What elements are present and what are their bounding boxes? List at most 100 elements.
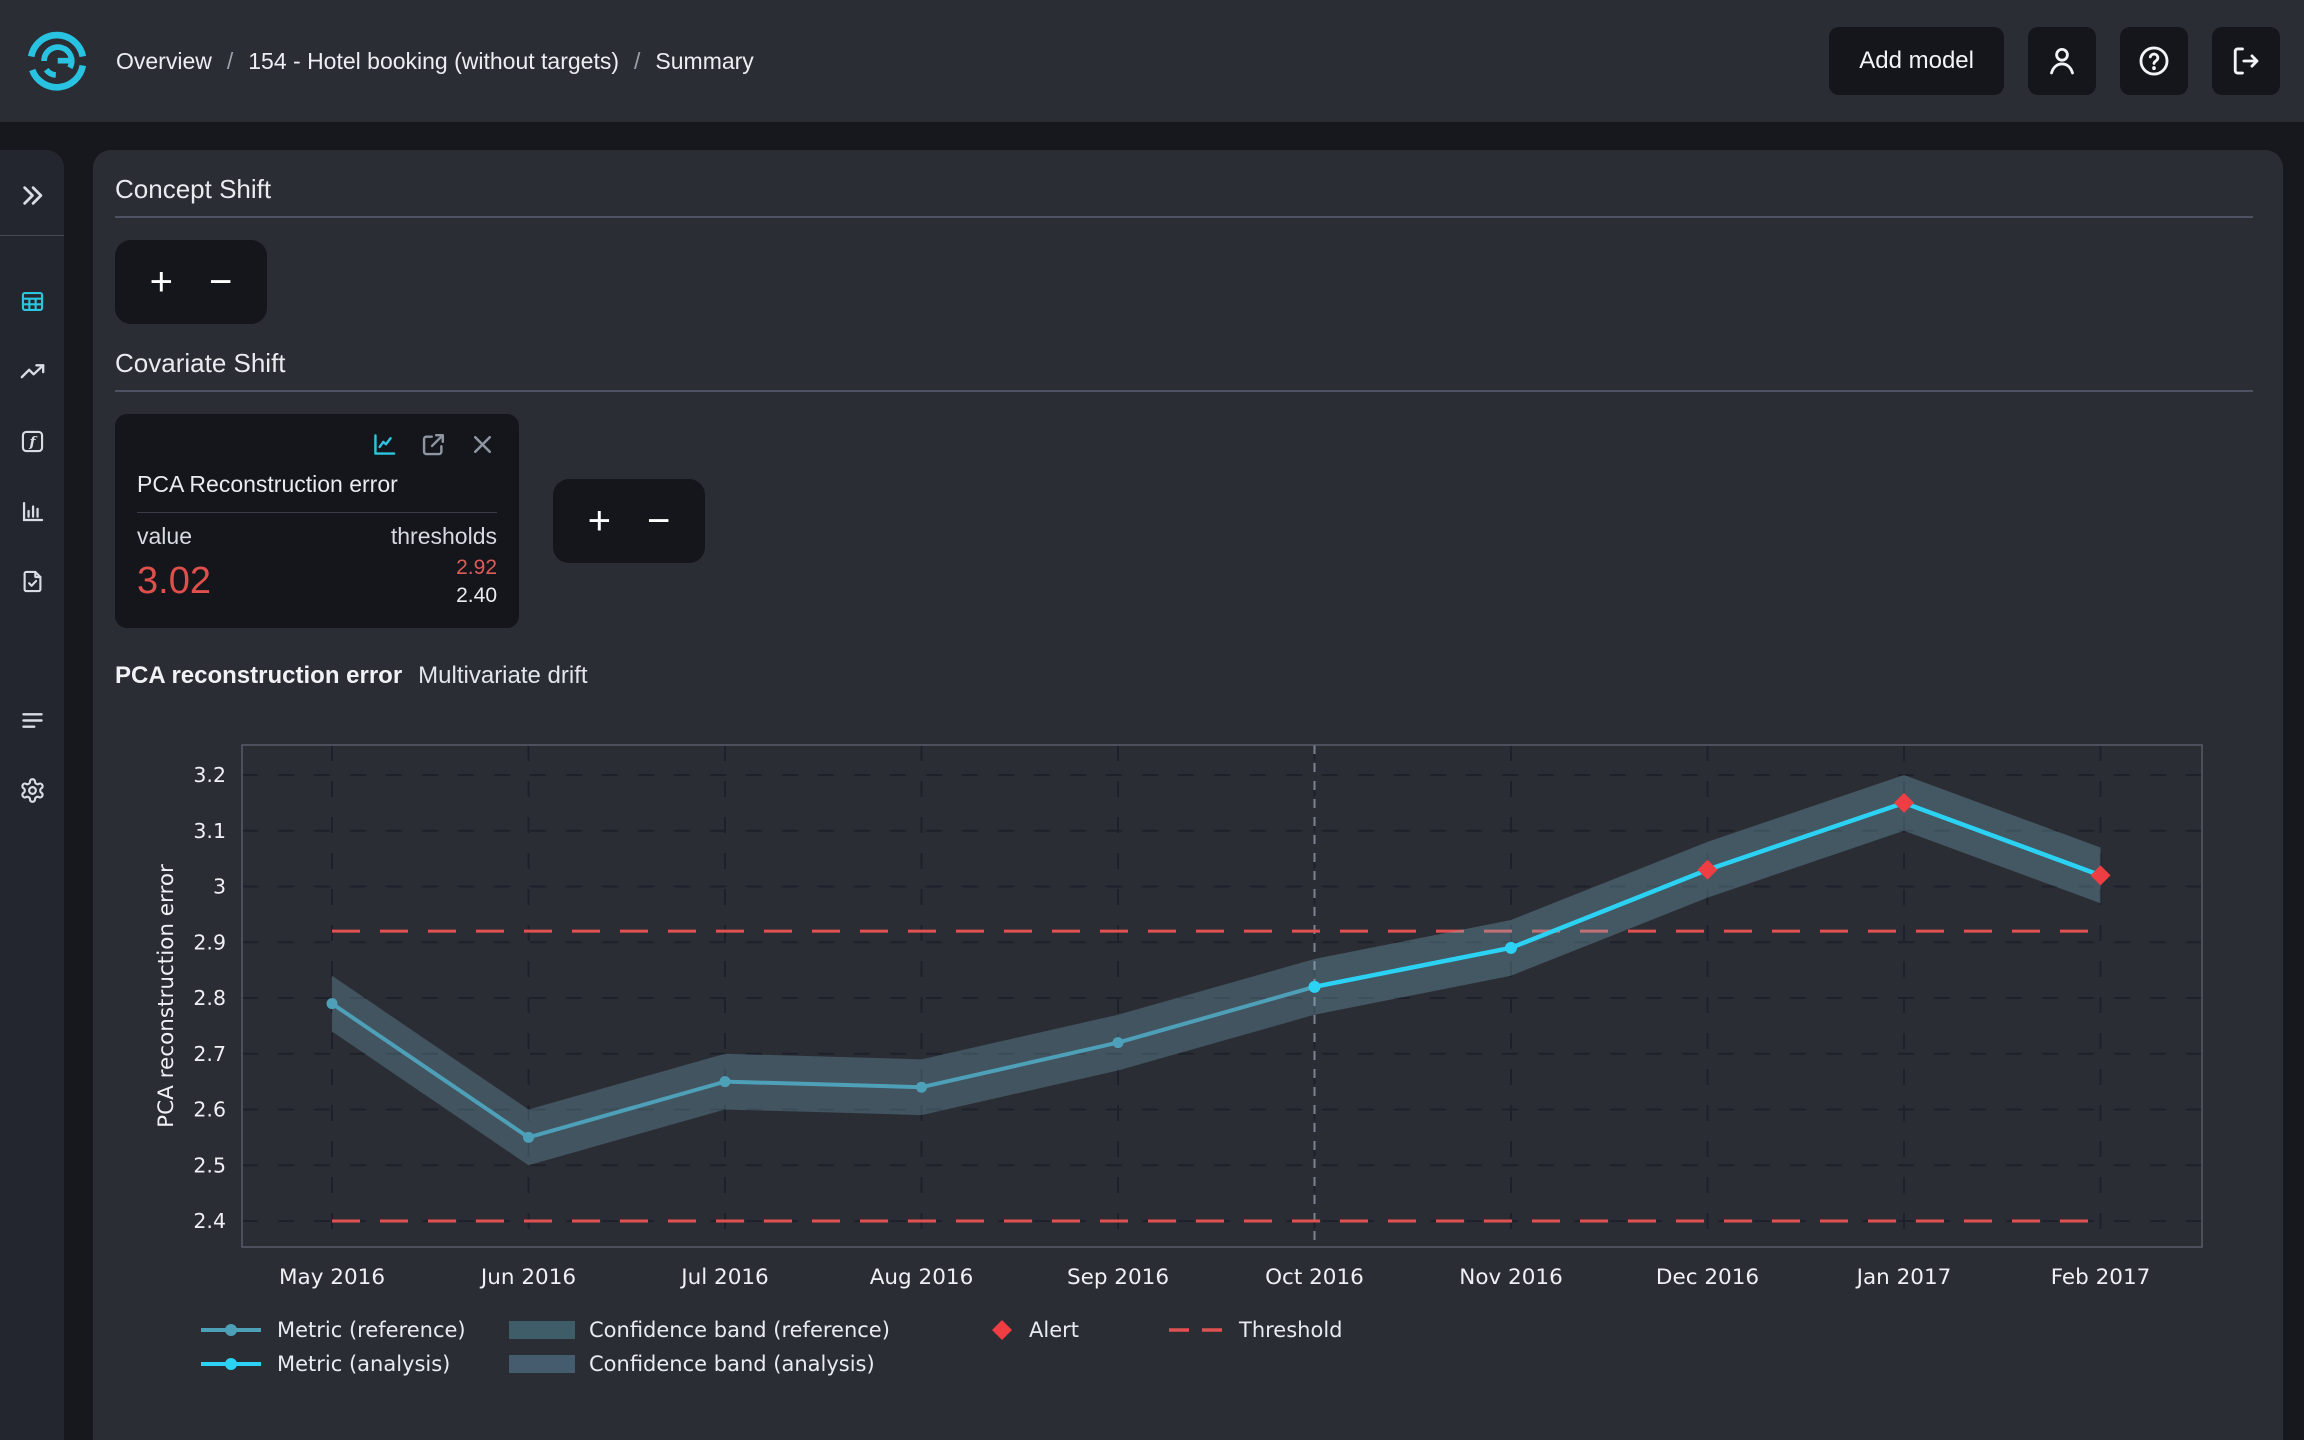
close-icon[interactable] [468,430,497,459]
chart-subtitle: Multivariate drift [418,662,587,690]
y-tick-label: 3.1 [193,819,226,843]
confidence-band [332,959,1315,1165]
sidebar-item-function-icon[interactable]: f [19,428,46,455]
concept-shift-add-button[interactable]: + [150,262,173,302]
metric-marker [1505,942,1517,954]
metric-card-values: value 3.02 thresholds 2.92 2.40 [137,523,497,608]
sidebar-item-list-icon[interactable] [19,707,46,734]
x-tick-label: Dec 2016 [1656,1265,1759,1290]
user-button[interactable] [2028,27,2096,95]
metric-card-title: PCA Reconstruction error [137,471,497,498]
threshold-upper-value: 2.92 [391,556,497,580]
covariate-shift-add-button[interactable]: + [588,501,611,541]
breadcrumb: Overview / 154 - Hotel booking (without … [116,48,754,75]
metric-value: 3.02 [137,560,211,603]
x-tick-label: Aug 2016 [870,1265,974,1290]
sidebar-item-bar-chart-icon[interactable] [19,498,46,525]
legend-label: Threshold [1239,1318,1343,1342]
x-tick-label: Jun 2016 [479,1265,576,1290]
chart-header: PCA reconstruction error Multivariate dr… [115,662,2253,690]
metric-value-block: value 3.02 [137,523,211,608]
breadcrumb-separator: / [227,48,233,75]
covariate-shift-title: Covariate Shift [115,348,2253,378]
metric-marker [1309,981,1321,993]
logout-button[interactable] [2212,27,2280,95]
covariate-shift-zoom-controls: + − [553,479,705,563]
legend-band-swatch [509,1354,575,1374]
legend-label: Confidence band (reference) [589,1318,890,1342]
top-navbar: Overview / 154 - Hotel booking (without … [0,0,2304,122]
navbar-actions: Add model [1829,27,2280,95]
legend-label: Confidence band (analysis) [589,1352,875,1376]
x-tick-label: Jul 2016 [679,1265,769,1290]
metric-card-divider [137,512,497,513]
covariate-shift-remove-button[interactable]: − [647,501,670,541]
x-tick-label: Feb 2017 [2051,1265,2151,1290]
legend-item-threshold[interactable]: Threshold [1169,1318,2253,1342]
y-tick-label: 2.4 [193,1209,226,1233]
sidebar-item-data-table-icon[interactable] [19,288,46,315]
sidebar-bottom-nav [19,707,46,804]
help-button[interactable] [2120,27,2188,95]
sidebar-expand-button[interactable] [19,182,46,209]
x-tick-label: Sep 2016 [1067,1265,1169,1290]
sidebar-item-report-check-icon[interactable] [19,568,46,595]
y-tick-label: 2.7 [193,1042,226,1066]
metric-marker [720,1076,731,1087]
legend-item-metric-analysis[interactable]: Metric (analysis) [199,1352,509,1376]
breadcrumb-summary[interactable]: Summary [655,48,753,75]
legend-label: Alert [1029,1318,1079,1342]
concept-shift-remove-button[interactable]: − [209,262,232,302]
legend-label: Metric (analysis) [277,1352,450,1376]
main-content: Concept Shift + − Covariate Shift [93,150,2283,1440]
pca-drift-chart: 3.23.132.92.82.72.62.52.4May 2016Jun 201… [115,702,2253,1376]
user-icon [2045,44,2079,78]
metric-card-actions [137,430,497,459]
legend-band-swatch [509,1320,575,1340]
metric-thresholds-block: thresholds 2.92 2.40 [391,523,497,608]
chart-legend: Metric (reference) Confidence band (refer… [199,1318,2253,1376]
y-tick-label: 3.2 [193,763,226,787]
x-tick-label: Jan 2017 [1855,1265,1952,1290]
open-external-icon[interactable] [419,430,448,459]
confidence-band [1315,775,2101,1015]
chart-title: PCA reconstruction error [115,662,402,690]
nannyml-logo[interactable] [24,28,90,94]
threshold-lower-value: 2.40 [391,584,497,608]
svg-text:f: f [28,434,38,450]
covariate-shift-row: PCA Reconstruction error value 3.02 thre… [115,414,2253,628]
concept-shift-zoom-controls: + − [115,240,267,324]
legend-item-alert[interactable]: Alert [989,1318,1169,1342]
sidebar-item-settings-icon[interactable] [19,777,46,804]
x-tick-label: May 2016 [279,1265,385,1290]
legend-alert-swatch [989,1318,1015,1342]
legend-line-swatch [199,1320,263,1340]
sidebar: f [0,150,64,1440]
breadcrumb-overview[interactable]: Overview [116,48,212,75]
add-model-button[interactable]: Add model [1829,27,2004,95]
legend-item-confidence-band-reference[interactable]: Confidence band (reference) [509,1318,989,1342]
section-divider [115,216,2253,218]
y-tick-label: 2.6 [193,1098,226,1122]
legend-threshold-swatch [1169,1320,1225,1340]
line-chart-icon[interactable] [370,430,399,459]
legend-line-swatch [199,1354,263,1374]
logout-icon [2229,44,2263,78]
legend-row: Metric (reference) Confidence band (refer… [199,1318,2253,1342]
breadcrumb-model[interactable]: 154 - Hotel booking (without targets) [248,48,619,75]
sidebar-item-trend-icon[interactable] [19,358,46,385]
metric-marker [916,1082,927,1093]
sidebar-nav: f [19,288,46,595]
drift-chart-canvas: 3.23.132.92.82.72.62.52.4May 2016Jun 201… [115,702,2215,1302]
sidebar-divider [0,235,64,236]
y-axis-title: PCA reconstruction error [154,864,179,1128]
pca-metric-card: PCA Reconstruction error value 3.02 thre… [115,414,519,628]
y-tick-label: 2.5 [193,1153,226,1177]
legend-row: Metric (analysis) Confidence band (analys… [199,1352,2253,1376]
value-label: value [137,523,211,550]
legend-item-confidence-band-analysis[interactable]: Confidence band (analysis) [509,1352,989,1376]
legend-item-metric-reference[interactable]: Metric (reference) [199,1318,509,1342]
thresholds-label: thresholds [391,523,497,550]
metric-marker [1113,1037,1124,1048]
legend-label: Metric (reference) [277,1318,466,1342]
